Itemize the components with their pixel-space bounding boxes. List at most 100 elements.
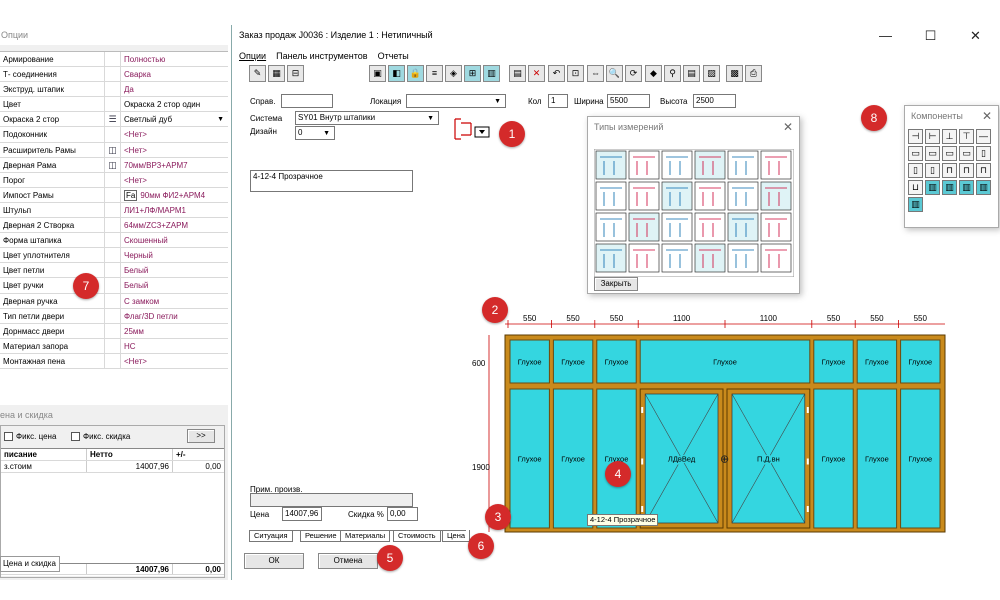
option-value[interactable]: Fa 90мм ФИ2+АРМ4 (121, 188, 228, 202)
measure-type-cell[interactable] (727, 181, 759, 211)
measure-type-cell[interactable] (661, 212, 693, 242)
component-tool[interactable]: ▯ (976, 146, 991, 161)
option-row[interactable]: Армирование Полностью (0, 52, 228, 68)
option-value[interactable]: Скошенный (121, 233, 228, 247)
split-icon[interactable]: ⊟ (287, 65, 304, 82)
option-value[interactable]: <Нет> (121, 354, 228, 368)
close-icon[interactable]: ✕ (982, 109, 992, 123)
option-row[interactable]: Цвет петли Белый (0, 263, 228, 279)
component-tool[interactable]: ▥ (976, 180, 991, 195)
tab-4[interactable]: Стоимость (393, 530, 441, 542)
measure-type-cell[interactable] (727, 150, 759, 180)
measure-type-cell[interactable] (760, 212, 792, 242)
dimension-icon[interactable]: ⇔ (587, 65, 604, 82)
component-tool[interactable]: ▥ (925, 180, 940, 195)
discount-input[interactable]: 0,00 (387, 507, 418, 521)
component-tool[interactable]: ▭ (942, 146, 957, 161)
option-value[interactable]: Белый (121, 263, 228, 277)
component-tool[interactable]: ▥ (908, 197, 923, 212)
component-tool[interactable]: ⊢ (925, 129, 940, 144)
window-drawing[interactable]: 550 550 550 1100 1100 550 550 550 600 1900 Глухое Г… (472, 290, 1000, 535)
measure-type-cell[interactable] (628, 150, 660, 180)
glass-icon[interactable]: ▥ (483, 65, 500, 82)
option-value[interactable]: <Нет> (121, 173, 228, 187)
tab-3[interactable]: Материалы (340, 530, 391, 542)
component-tool[interactable]: ⊓ (976, 163, 991, 178)
option-value[interactable]: 64мм/ZC3+ZАРМ (121, 218, 228, 232)
height-input[interactable]: 2500 (693, 94, 736, 108)
measure-type-cell[interactable] (661, 243, 693, 273)
lock-icon[interactable]: 🔒 (407, 65, 424, 82)
chart-icon[interactable]: ▩ (726, 65, 743, 82)
menu-options[interactable]: Опции (239, 51, 266, 61)
option-row[interactable]: Расширитель Рамы ◫ <Нет> (0, 142, 228, 158)
qty-input[interactable]: 1 (548, 94, 568, 108)
measure-type-cell[interactable] (760, 150, 792, 180)
frame-icon[interactable]: ▣ (369, 65, 386, 82)
ok-button[interactable]: ОК (244, 553, 304, 569)
glass-field[interactable]: 4-12-4 Прозрачное (250, 170, 413, 192)
system-select[interactable]: SY01 Внутр штапики ▼ (295, 111, 439, 125)
draw-icon[interactable]: ✎ (249, 65, 266, 82)
option-row[interactable]: Монтажная пена <Нет> (0, 353, 228, 369)
option-row[interactable]: Т- соединения Сварка (0, 67, 228, 83)
component-tool[interactable]: ⊓ (959, 163, 974, 178)
maximize-button[interactable]: ☐ (908, 25, 953, 49)
component-tool[interactable]: ▭ (925, 146, 940, 161)
option-value[interactable]: 70мм/ВР3+АРМ7 (121, 158, 228, 172)
option-row[interactable]: Окраска 2 стор ☰ Светлый дуб ▼ (0, 112, 228, 128)
delete-icon[interactable]: ✕ (528, 65, 545, 82)
option-row[interactable]: Экструд. штапик Да (0, 82, 228, 98)
option-value[interactable]: Флаг/3D петли (121, 309, 228, 323)
option-row[interactable]: Цвет ручки Белый (0, 278, 228, 294)
width-input[interactable]: 5500 (607, 94, 650, 108)
undo-icon[interactable]: ↶ (548, 65, 565, 82)
fixed-discount-checkbox[interactable]: Фикс. скидка (71, 432, 130, 442)
option-row[interactable]: Подоконник <Нет> (0, 127, 228, 143)
option-value[interactable]: Да (121, 82, 228, 96)
option-value[interactable]: Черный (121, 248, 228, 262)
component-tool[interactable]: ▭ (959, 146, 974, 161)
option-row[interactable]: Дверная 2 Створка 64мм/ZC3+ZАРМ (0, 218, 228, 234)
profile-selector[interactable] (453, 117, 493, 141)
measure-type-cell[interactable] (760, 243, 792, 273)
component-tool[interactable]: ▭ (908, 146, 923, 161)
component-tool[interactable]: ▯ (925, 163, 940, 178)
design-select[interactable]: 0 ▼ (295, 126, 335, 140)
option-value[interactable]: Белый (121, 278, 228, 292)
component-tool[interactable]: ⊔ (908, 180, 923, 195)
option-row[interactable]: Порог <Нет> (0, 172, 228, 188)
note-input[interactable] (250, 493, 413, 507)
measure-type-cell[interactable] (661, 181, 693, 211)
component-tool[interactable]: ▥ (959, 180, 974, 195)
sash-icon[interactable]: ◧ (388, 65, 405, 82)
measure-type-cell[interactable] (694, 243, 726, 273)
option-row[interactable]: Материал запора НС (0, 338, 228, 354)
measure-type-cell[interactable] (727, 212, 759, 242)
menu-toolbar[interactable]: Панель инструментов (276, 51, 368, 61)
close-button[interactable]: ✕ (953, 25, 998, 49)
rotate-icon[interactable]: ⟳ (625, 65, 642, 82)
measure-type-cell[interactable] (628, 181, 660, 211)
measure-type-cell[interactable] (628, 212, 660, 242)
tab-price-discount[interactable]: Цена и скидка (0, 556, 60, 572)
text-icon[interactable]: ≡ (426, 65, 443, 82)
option-value[interactable]: Полностью (121, 52, 228, 66)
door-icon[interactable]: ▤ (509, 65, 526, 82)
fixed-price-checkbox[interactable]: Фикс. цена (4, 432, 56, 442)
option-value[interactable]: 25мм (121, 324, 228, 338)
option-value[interactable]: <Нет> (121, 143, 228, 157)
table-row[interactable]: з.стоим 14007,96 0,00 (1, 461, 224, 473)
component-tool[interactable]: ⊓ (942, 163, 957, 178)
location-select[interactable]: ▼ (406, 94, 506, 108)
measure-type-cell[interactable] (694, 150, 726, 180)
price-input[interactable]: 14007,96 (282, 507, 322, 521)
option-value[interactable]: НС (121, 339, 228, 353)
measure-type-cell[interactable] (661, 150, 693, 180)
option-value[interactable]: С замком (121, 294, 228, 308)
component-tool[interactable]: — (976, 129, 991, 144)
component-tool[interactable]: ⊤ (959, 129, 974, 144)
preview-icon[interactable]: ▨ (703, 65, 720, 82)
measure-type-cell[interactable] (595, 212, 627, 242)
measure-type-cell[interactable] (595, 181, 627, 211)
